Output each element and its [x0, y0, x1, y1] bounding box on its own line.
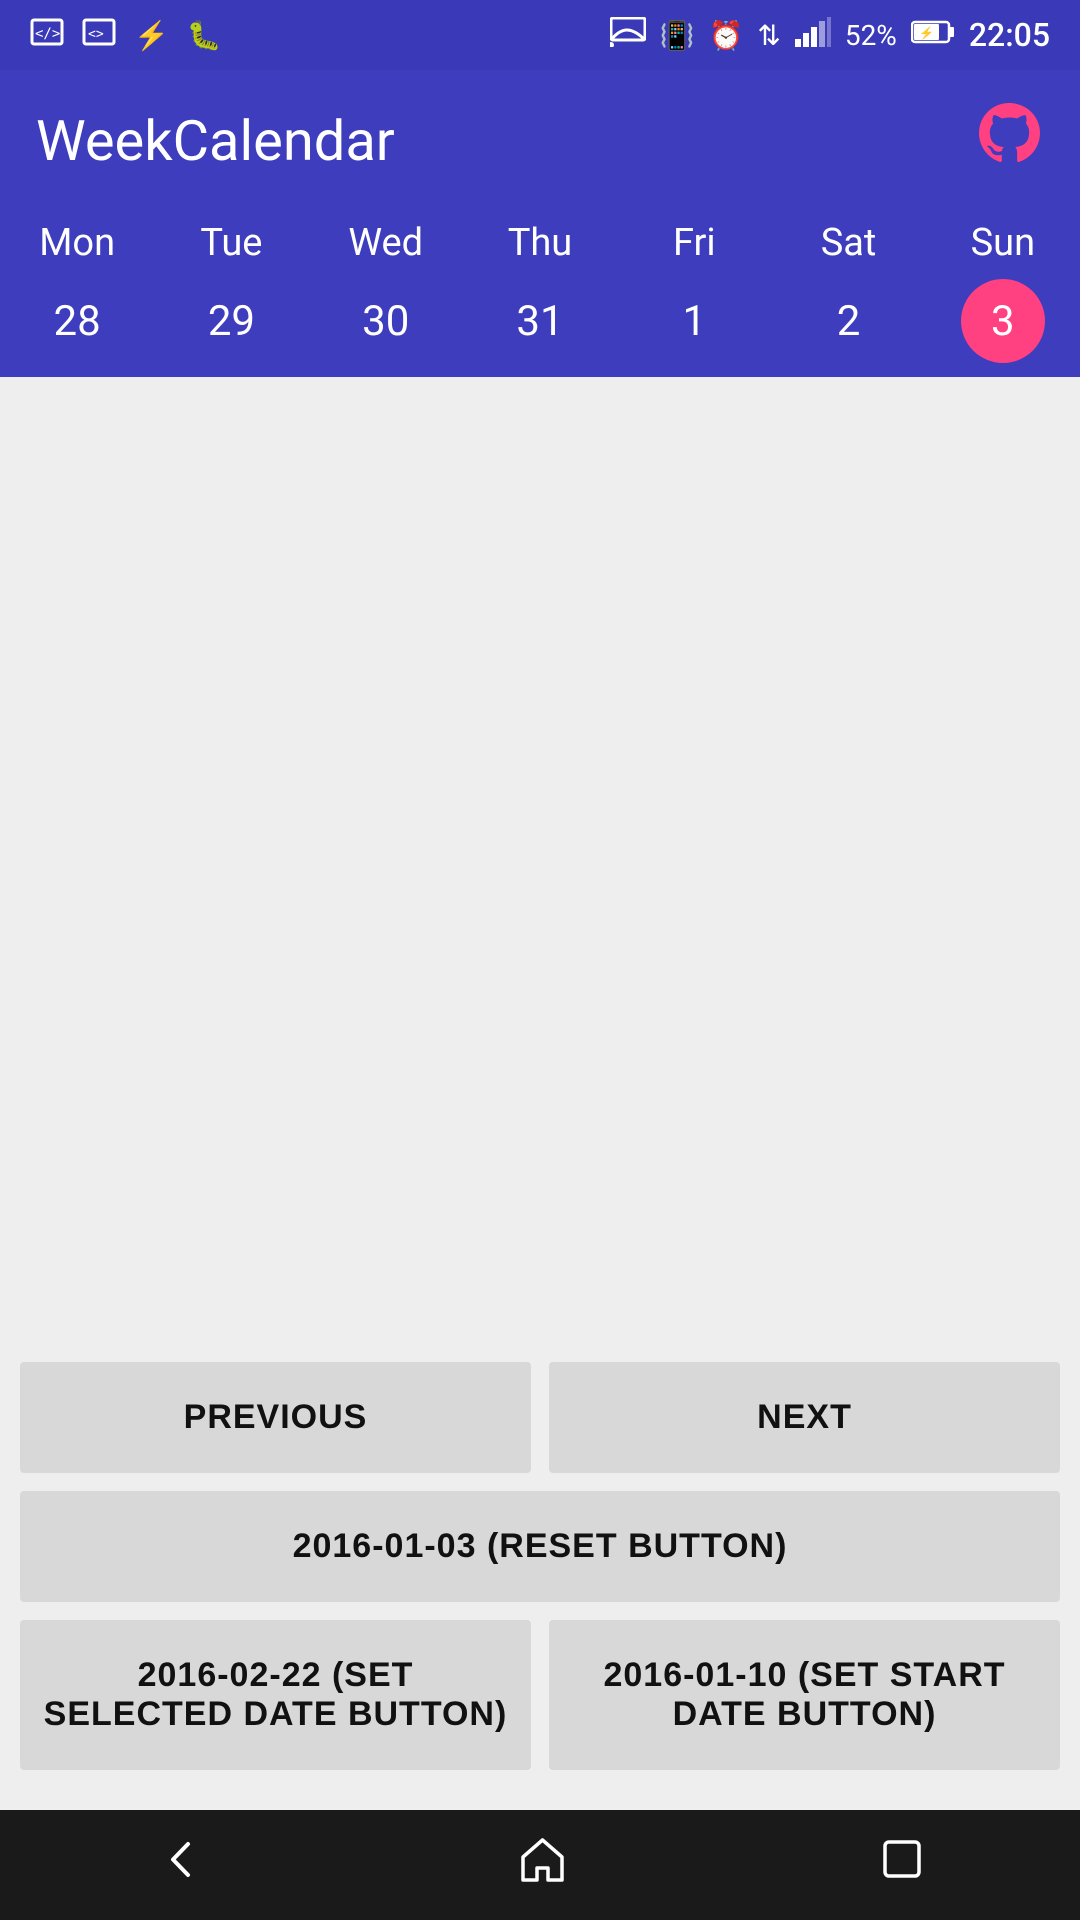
main-content: PREVIOUS NEXT 2016-01-03 (RESET BUTTON) … [0, 377, 1080, 1810]
buttons-area: PREVIOUS NEXT 2016-01-03 (RESET BUTTON) … [0, 1352, 1080, 1780]
app-bar: WeekCalendar [0, 70, 1080, 211]
day-number-30: 30 [344, 279, 428, 363]
day-col-thu[interactable]: Thu 31 [463, 221, 617, 377]
nav-bar [0, 1810, 1080, 1920]
day-col-mon[interactable]: Mon 28 [0, 221, 154, 377]
status-icons-left: </> <> ⚡ 🐛 [30, 18, 222, 53]
battery-icon: ⚡ [911, 19, 955, 52]
app-title: WeekCalendar [36, 108, 395, 174]
day-name-mon: Mon [39, 221, 115, 279]
github-icon[interactable] [974, 98, 1044, 183]
reset-row: 2016-01-03 (RESET BUTTON) [20, 1491, 1060, 1602]
day-col-tue[interactable]: Tue 29 [154, 221, 308, 377]
day-name-sun: Sun [971, 221, 1036, 279]
day-number-29: 29 [189, 279, 273, 363]
set-selected-date-button[interactable]: 2016-02-22 (SET SELECTED DATE BUTTON) [20, 1620, 531, 1770]
day-col-wed[interactable]: Wed 30 [309, 221, 463, 377]
day-number-2: 2 [807, 279, 891, 363]
day-name-tue: Tue [200, 221, 262, 279]
day-col-sun[interactable]: Sun 3 [926, 221, 1080, 377]
svg-text:⚡: ⚡ [919, 26, 934, 40]
battery-percentage: 52% [845, 19, 897, 52]
alarm-icon: ⏰ [708, 19, 743, 52]
svg-text:<>: <> [88, 27, 104, 42]
reset-button[interactable]: 2016-01-03 (RESET BUTTON) [20, 1491, 1060, 1602]
vibrate-icon: 📳 [660, 19, 695, 52]
day-name-sat: Sat [821, 221, 877, 279]
set-start-date-button[interactable]: 2016-01-10 (SET START DATE BUTTON) [549, 1620, 1060, 1770]
day-number-1: 1 [652, 279, 736, 363]
next-button[interactable]: NEXT [549, 1362, 1060, 1473]
sync-icon: ⇅ [757, 19, 780, 52]
calendar-header: Mon 28 Tue 29 Wed 30 Thu 31 Fri 1 Sat 2 … [0, 211, 1080, 377]
day-col-sat[interactable]: Sat 2 [771, 221, 925, 377]
day-name-wed: Wed [348, 221, 423, 279]
bug-icon: 🐛 [187, 19, 222, 52]
svg-text:</>: </> [35, 26, 60, 42]
code-bracket-icon: </> [30, 18, 64, 53]
recents-button[interactable] [877, 1834, 927, 1896]
home-button[interactable] [515, 1832, 570, 1899]
back-button[interactable] [153, 1832, 208, 1899]
status-bar: </> <> ⚡ 🐛 📳 ⏰ ⇅ [0, 0, 1080, 70]
status-time: 22:05 [969, 16, 1050, 54]
day-col-fri[interactable]: Fri 1 [617, 221, 771, 377]
day-name-thu: Thu [508, 221, 573, 279]
date-set-row: 2016-02-22 (SET SELECTED DATE BUTTON) 20… [20, 1620, 1060, 1770]
prev-next-row: PREVIOUS NEXT [20, 1362, 1060, 1473]
signal-icon [795, 17, 831, 54]
code-icon: <> [82, 18, 116, 53]
cast-icon [610, 17, 646, 54]
status-icons-right: 📳 ⏰ ⇅ 52% ⚡ 22:05 [610, 16, 1050, 54]
day-number-3: 3 [961, 279, 1045, 363]
day-number-31: 31 [498, 279, 582, 363]
day-name-fri: Fri [673, 221, 716, 279]
usb-icon: ⚡ [134, 19, 169, 52]
previous-button[interactable]: PREVIOUS [20, 1362, 531, 1473]
day-number-28: 28 [35, 279, 119, 363]
